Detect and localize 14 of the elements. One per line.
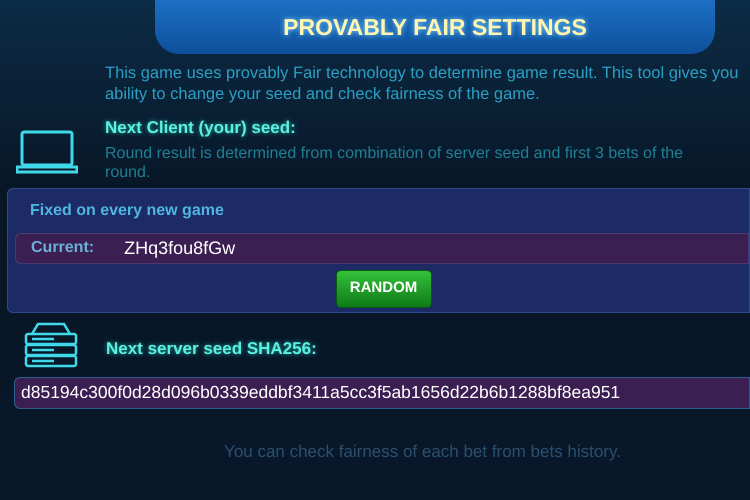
current-seed-field[interactable]: Current: ZHq3fou8fGw bbox=[15, 232, 749, 264]
client-seed-description: Round result is determined from combination of server seed and first 3 bets of the round. bbox=[105, 144, 684, 182]
footer-note: You can check fairness of each bet from bets history. bbox=[224, 440, 621, 462]
current-seed-value: ZHq3fou8fGw bbox=[124, 236, 236, 260]
panel-title: Fixed on every new game bbox=[30, 200, 225, 220]
server-seed-field[interactable]: d85194c300f0d28d096b0339eddbf3411a5cc3f5ab1656d22b6b1288bf8ea951 bbox=[14, 376, 750, 408]
intro-text: This game uses provably Fair technology to determine game result. This tool gives you ability to change your seed and check fairness of the game. bbox=[105, 63, 740, 105]
laptop-icon bbox=[16, 129, 78, 175]
current-label: Current: bbox=[31, 238, 94, 258]
client-seed-heading: Next Client (your) seed: bbox=[105, 117, 297, 139]
server-seed-heading: Next server seed SHA256: bbox=[106, 338, 317, 360]
window-title: PROVABLY FAIR SETTINGS bbox=[283, 12, 587, 42]
server-icon bbox=[24, 322, 78, 368]
server-seed-value: d85194c300f0d28d096b0339eddbf3411a5cc3f5ab1656d22b6b1288bf8ea951 bbox=[21, 381, 620, 404]
